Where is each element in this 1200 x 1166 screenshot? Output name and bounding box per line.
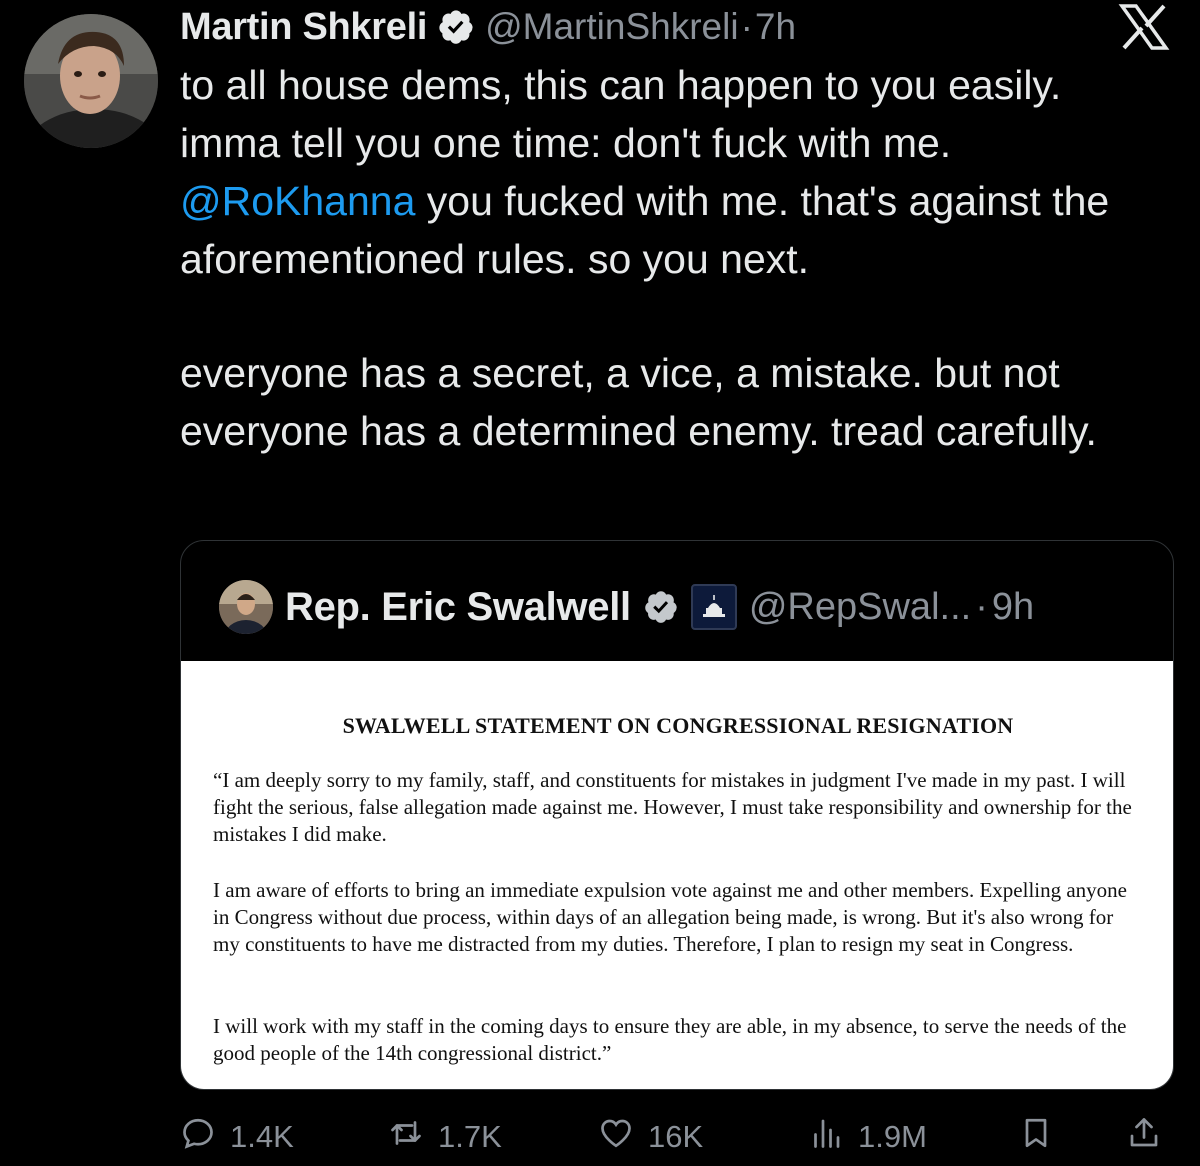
quoted-post-time[interactable]: 9h [992,586,1034,629]
separator-dot: · [975,585,988,628]
reply-button[interactable]: 1.4K [180,1112,294,1162]
quoted-author-display-name[interactable]: Rep. Eric Swalwell [285,585,631,630]
tweet-text: to all house dems, this can happen to yo… [180,56,1160,460]
author-avatar[interactable] [24,14,158,148]
reply-icon [180,1115,216,1159]
statement-paragraph-1: “I am deeply sorry to my family, staff, … [213,768,1132,846]
bookmark-button[interactable] [1018,1112,1054,1162]
tweet-paragraph-2: everyone has a secret, a vice, a mistake… [180,350,1097,454]
tweet: Martin Shkreli @MartinShkreli · 7h to al… [0,0,1200,1166]
mention-link[interactable]: @RoKhanna [180,178,415,224]
statement-paragraph-2: I am aware of efforts to bring an immedi… [213,878,1128,956]
like-button[interactable]: 16K [598,1112,703,1162]
repost-button[interactable]: 1.7K [388,1112,502,1162]
verified-badge-icon [437,8,475,46]
share-button[interactable] [1126,1112,1162,1162]
bookmark-icon [1018,1115,1054,1159]
quoted-statement-image[interactable]: SWALWELL STATEMENT ON CONGRESSIONAL RESI… [181,661,1173,1089]
views-icon [808,1115,844,1159]
repost-count: 1.7K [438,1119,502,1154]
views-count: 1.9M [858,1119,927,1154]
post-time[interactable]: 7h [755,6,796,48]
author-handle[interactable]: @MartinShkreli [485,6,738,48]
tweet-text-part1: to all house dems, this can happen to yo… [180,62,1062,166]
tweet-action-bar: 1.4K 1.7K 16K 1.9M [180,1112,1170,1162]
repost-icon [388,1115,424,1159]
statement-title: SWALWELL STATEMENT ON CONGRESSIONAL RESI… [342,713,1014,738]
quoted-author-avatar[interactable] [219,580,273,634]
tweet-paragraph-1: to all house dems, this can happen to yo… [180,56,1160,288]
quoted-tweet-card[interactable]: Rep. Eric Swalwell @RepSwal... · 9h SWAL… [180,540,1174,1090]
quoted-author-handle[interactable]: @RepSwal... [749,586,971,629]
capitol-icon [690,584,737,630]
share-icon [1126,1115,1162,1159]
verified-badge-icon [643,589,679,625]
tweet-header: Martin Shkreli @MartinShkreli · 7h [180,2,796,52]
author-display-name[interactable]: Martin Shkreli [180,6,427,49]
separator-dot: · [740,6,753,47]
views-button[interactable]: 1.9M [808,1112,927,1162]
x-logo-icon [1118,4,1170,50]
like-count: 16K [648,1119,704,1154]
heart-icon [598,1115,634,1159]
reply-count: 1.4K [230,1119,294,1154]
statement-paragraph-3: I will work with my staff in the coming … [213,1014,1127,1065]
quoted-tweet-header: Rep. Eric Swalwell @RepSwal... · 9h [219,579,1034,635]
